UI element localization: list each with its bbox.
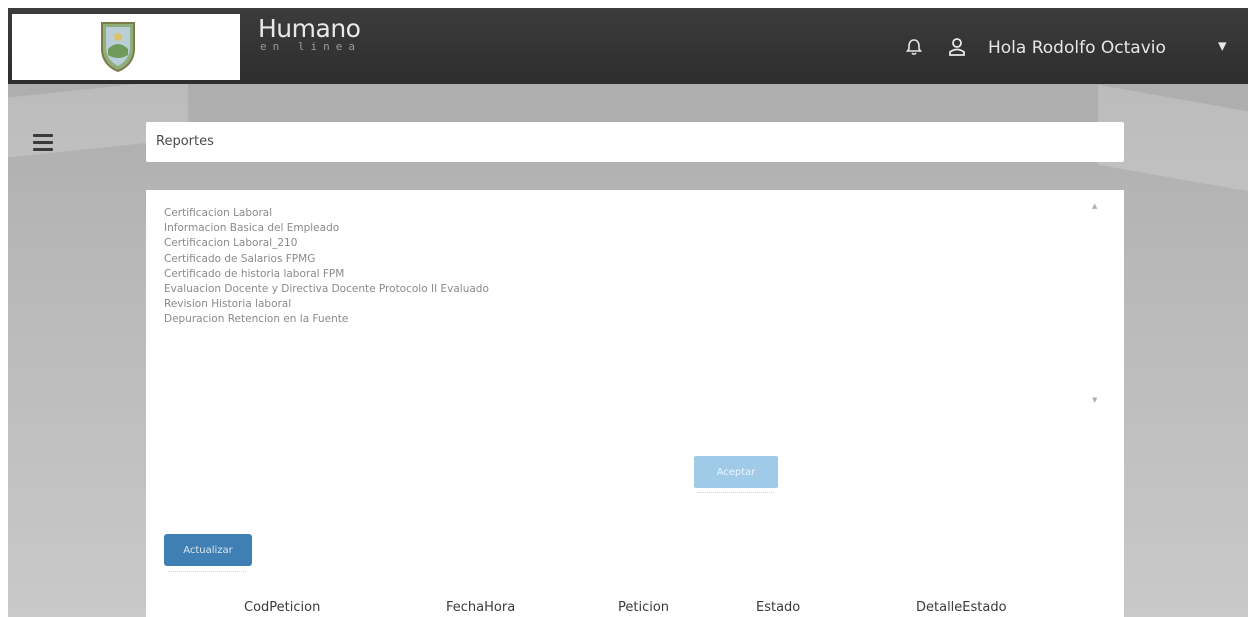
user-menu-caret-icon[interactable]: ▾ xyxy=(1218,36,1227,56)
logo-box[interactable] xyxy=(12,14,240,80)
divider xyxy=(168,571,246,575)
report-option[interactable]: Informacion Basica del Empleado xyxy=(164,221,1094,236)
aceptar-button[interactable]: Aceptar xyxy=(694,456,778,488)
report-option[interactable]: Depuracion Retencion en la Fuente xyxy=(164,312,1094,327)
actualizar-button[interactable]: Actualizar xyxy=(164,534,252,566)
column-header-peticion[interactable]: Peticion xyxy=(618,600,669,615)
report-option[interactable]: Evaluacion Docente y Directiva Docente P… xyxy=(164,282,1094,297)
bell-icon[interactable] xyxy=(906,38,922,56)
report-option[interactable]: Revision Historia laboral xyxy=(164,297,1094,312)
report-option[interactable]: Certificado de Salarios FPMG xyxy=(164,252,1094,267)
scroll-up-arrow-icon[interactable]: ▲ xyxy=(1092,202,1097,210)
brand: Humano en linea xyxy=(258,14,361,53)
top-bar: Humano en linea Hola Rodolfo Octavio ▾ xyxy=(8,8,1248,84)
column-header-detalleestado[interactable]: DetalleEstado xyxy=(916,600,1007,615)
requests-table-header: CodPeticion FechaHora Peticion Estado De… xyxy=(146,596,1124,617)
report-option[interactable]: Certificado de historia laboral FPM xyxy=(164,267,1094,282)
user-greeting[interactable]: Hola Rodolfo Octavio xyxy=(988,38,1166,58)
menu-icon[interactable] xyxy=(33,134,53,152)
reports-card: Certificacion Laboral Informacion Basica… xyxy=(146,190,1124,617)
shield-logo-icon xyxy=(101,22,135,73)
column-header-codpeticion[interactable]: CodPeticion xyxy=(244,600,320,615)
scroll-down-arrow-icon[interactable]: ▼ xyxy=(1092,396,1097,404)
user-icon[interactable] xyxy=(948,37,966,57)
column-header-fechahora[interactable]: FechaHora xyxy=(446,600,515,615)
page-title-bar: Reportes xyxy=(146,122,1124,162)
column-header-estado[interactable]: Estado xyxy=(756,600,800,615)
report-listbox[interactable]: Certificacion Laboral Informacion Basica… xyxy=(164,206,1094,410)
divider xyxy=(698,492,774,499)
report-option[interactable]: Certificacion Laboral xyxy=(164,206,1094,221)
brand-tagline: en linea xyxy=(260,40,361,53)
page-title: Reportes xyxy=(156,134,214,149)
app-screen: Humano en linea Hola Rodolfo Octavio ▾ R… xyxy=(8,8,1248,617)
report-option[interactable]: Certificacion Laboral_210 xyxy=(164,236,1094,251)
